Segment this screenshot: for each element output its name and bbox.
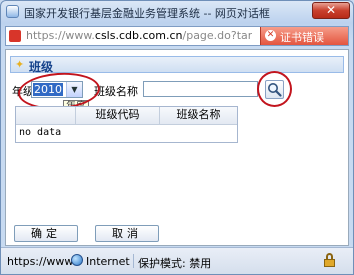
cancel-button[interactable]: 取消 — [95, 225, 159, 242]
url-prefix: https://www. — [26, 29, 95, 42]
address-bar[interactable]: https://www.csls.cdb.com.cn/page.do?targ… — [5, 26, 349, 46]
grid-column-header-class-name[interactable]: 班级名称 — [160, 107, 237, 124]
certificate-error-label: 证书错误 — [280, 31, 324, 44]
status-bar: https://www Internet 保护模式: 禁用 — [1, 247, 353, 274]
class-grid: 班级代码 班级名称 no data — [15, 106, 238, 143]
dialog-content: ✦ 班级 年级 2010 ▼ 年度 班级名称 班级代码 班级名称 no data — [5, 49, 349, 246]
site-icon — [9, 30, 21, 42]
protected-mode-label[interactable]: 保护模式: 禁用 — [138, 255, 211, 271]
globe-icon — [71, 254, 83, 266]
dialog-window: 国家开发银行基层金融业务管理系统 -- 网页对话框 ✕ https://www.… — [0, 0, 354, 275]
browser-icon — [6, 5, 19, 18]
status-url: https://www — [7, 255, 74, 268]
class-name-input[interactable] — [143, 81, 258, 97]
lock-icon[interactable] — [324, 253, 335, 267]
url-path: /page.do?targetPage — [182, 29, 253, 42]
class-name-label: 班级名称 — [94, 85, 138, 98]
star-icon: ✦ — [15, 58, 25, 71]
status-separator — [133, 254, 134, 268]
certificate-error-button[interactable]: ✕ 证书错误 — [260, 27, 348, 45]
grid-column-header-class-code[interactable]: 班级代码 — [76, 107, 160, 124]
title-bar[interactable]: 国家开发银行基层金融业务管理系统 -- 网页对话框 ✕ — [1, 1, 353, 23]
window-title: 国家开发银行基层金融业务管理系统 -- 网页对话框 — [24, 7, 270, 20]
url-domain: csls.cdb.com.cn — [94, 29, 183, 42]
grid-column-header[interactable] — [16, 107, 76, 124]
close-button[interactable]: ✕ — [312, 2, 350, 19]
shield-warning-icon: ✕ — [265, 30, 276, 41]
panel-title: 班级 — [29, 60, 54, 74]
ok-button[interactable]: 确定 — [14, 225, 78, 242]
panel-header: ✦ 班级 — [10, 56, 344, 74]
highlight-circle-search — [257, 71, 292, 107]
zone-label: Internet — [86, 255, 130, 268]
grid-header: 班级代码 班级名称 — [16, 107, 237, 125]
address-url[interactable]: https://www.csls.cdb.com.cn/page.do?targ… — [26, 29, 252, 42]
grid-empty-message: no data — [19, 127, 62, 138]
